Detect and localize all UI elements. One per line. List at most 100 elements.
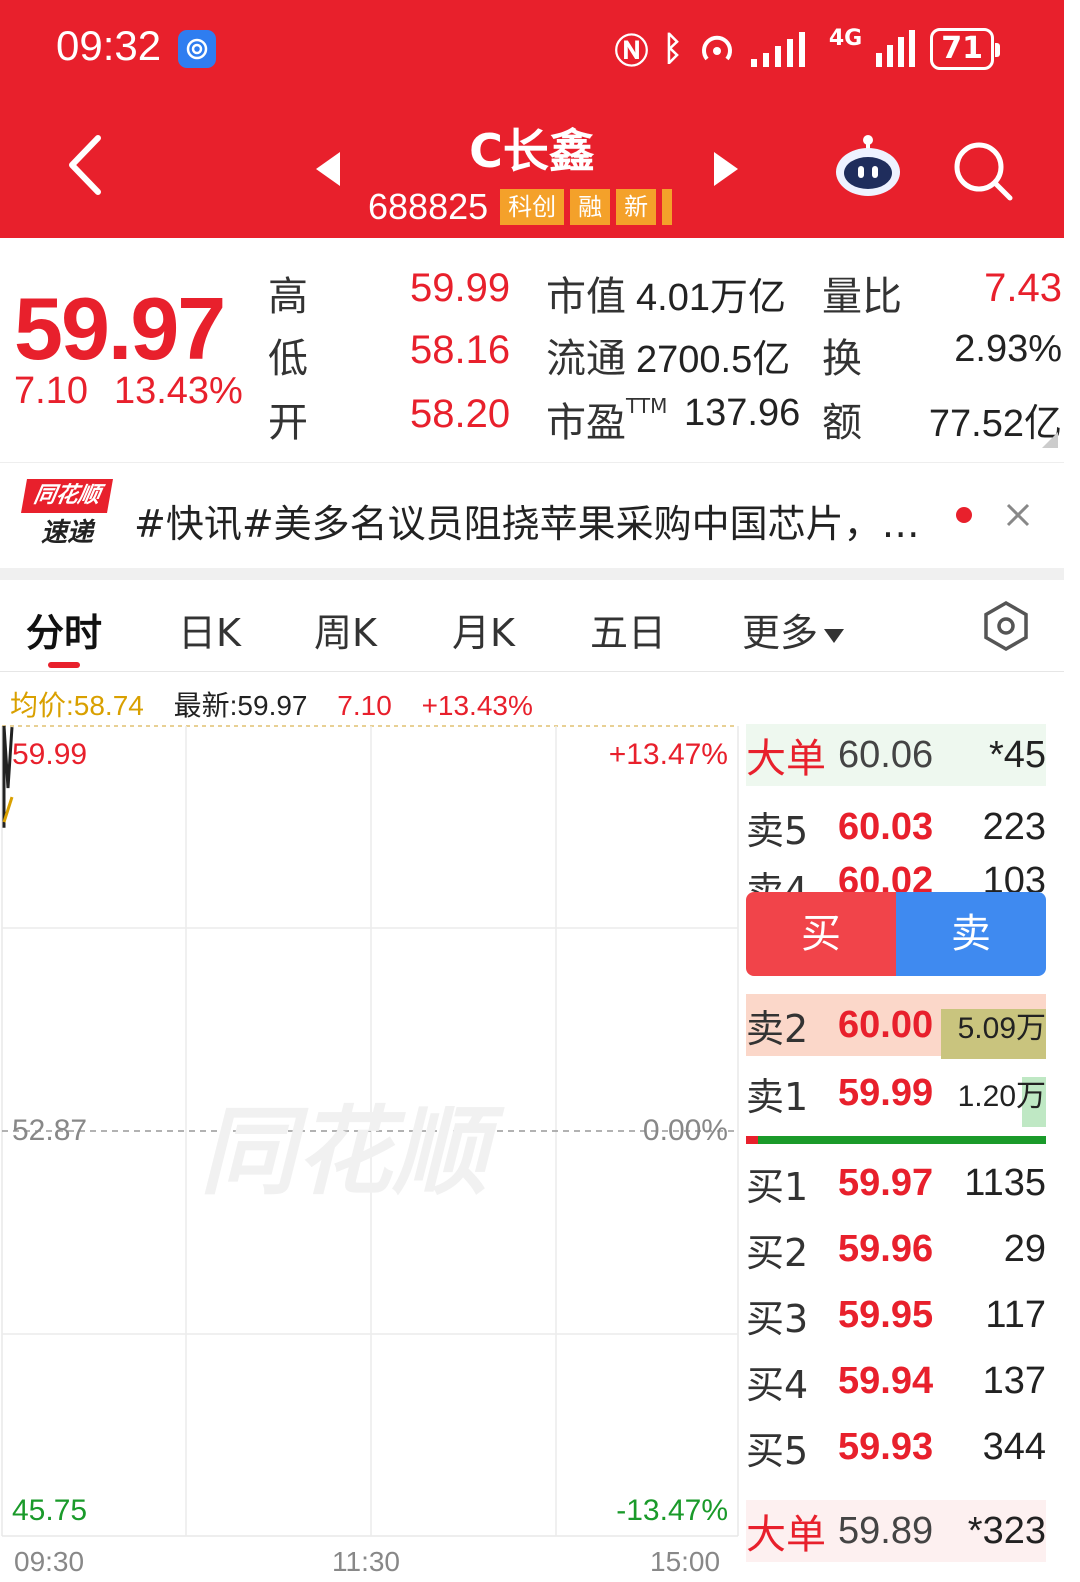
tab-intraday[interactable]: 分时	[26, 602, 102, 657]
pe-value: 137.96	[684, 392, 801, 434]
settings-hexagon-icon[interactable]	[980, 600, 1032, 652]
next-stock-arrow-icon[interactable]	[714, 152, 738, 186]
news-ticker[interactable]: 同花顺 速递 #快讯#美多名议员阻挠苹果采购中国芯片，…	[0, 462, 1064, 568]
buy1-label: 买1	[746, 1164, 809, 1209]
mktcap-label: 市值	[546, 274, 626, 320]
amount-label: 额	[822, 400, 862, 446]
sell1-vol: 1.20万	[956, 1071, 1046, 1127]
buy5-price: 59.93	[838, 1425, 934, 1468]
bid-ask-divider-red	[746, 1136, 758, 1144]
price-change-pct: 13.43%	[113, 370, 243, 412]
float-value: 2700.5亿	[636, 339, 791, 381]
unread-dot-icon	[956, 507, 972, 523]
tag-new: 新	[616, 189, 657, 225]
sell-button[interactable]: 卖	[896, 892, 1046, 976]
tag-overflow	[662, 189, 673, 225]
quote-panel: 59.97 7.10 13.43% 高 59.99 低 58.16 开 58.20…	[0, 238, 1064, 460]
sell4-row[interactable]: 卖4 60.02 103	[746, 860, 1046, 892]
chevron-down-icon	[824, 628, 845, 643]
network-type: 4G	[828, 26, 863, 51]
vol-ratio-value: 7.43	[984, 266, 1062, 310]
intraday-chart[interactable]: 59.99 52.87 45.75 +13.47% 0.00% -13.47% …	[0, 724, 740, 1582]
turnover-label: 换	[822, 336, 862, 382]
big-buy-order-row[interactable]: 大单 59.89 *323	[746, 1500, 1046, 1562]
notification-app-icon	[178, 30, 216, 68]
buy3-vol: 117	[985, 1293, 1046, 1336]
tab-daily-k[interactable]: 日K	[178, 602, 241, 657]
x-tick-open: 09:30	[14, 1546, 85, 1577]
news-headline[interactable]: #快讯#美多名议员阻挠苹果采购中国芯片，…	[134, 493, 920, 548]
latest-price: 最新:59.97	[173, 690, 308, 721]
tab-five-day[interactable]: 五日	[590, 602, 666, 657]
robot-assistant-icon[interactable]	[832, 130, 904, 202]
y-tick-right-mid: 0.00%	[642, 1114, 728, 1147]
buy2-row[interactable]: 买2 59.96 29	[746, 1218, 1046, 1280]
bluetooth-icon: ᛒ	[662, 28, 683, 69]
vol-ratio-label: 量比	[822, 274, 902, 320]
buy3-price: 59.95	[838, 1293, 934, 1336]
signal-icon	[750, 31, 805, 67]
stock-code: 688825	[368, 186, 489, 227]
sell5-price: 60.03	[838, 805, 934, 848]
buy5-vol: 344	[982, 1425, 1046, 1468]
low-value: 58.16	[410, 328, 511, 372]
app-header: 09:32 Ⓝ ᛒ 4G 71 C长鑫 688825 科创 融 新	[0, 0, 1064, 238]
buy1-row[interactable]: 买1 59.97 1135	[746, 1152, 1046, 1214]
info-change-pct: +13.43%	[421, 690, 533, 721]
open-value: 58.20	[410, 392, 511, 436]
y-tick-mid: 52.87	[12, 1114, 88, 1147]
order-book: 大单 60.06 *45 卖5 60.03 223 卖4 60.02 103 买…	[740, 724, 1064, 1582]
tab-monthly-k[interactable]: 月K	[452, 602, 515, 657]
buy2-label: 买2	[746, 1230, 809, 1275]
buy4-vol: 137	[982, 1359, 1046, 1402]
expand-corner-icon[interactable]	[1042, 432, 1058, 448]
search-icon[interactable]	[952, 140, 1014, 202]
big-sell-vol: *45	[988, 733, 1046, 776]
current-price: 59.97	[14, 279, 226, 378]
tab-more-label: 更多	[742, 611, 819, 655]
big-sell-order-row[interactable]: 大单 60.06 *45	[746, 724, 1046, 786]
chart-tabs: 分时 日K 周K 月K 五日 更多	[0, 580, 1064, 672]
tab-more[interactable]: 更多	[742, 602, 845, 657]
sell5-row[interactable]: 卖5 60.03 223	[746, 796, 1046, 858]
sell1-row[interactable]: 卖1 59.99 1.20万	[746, 1062, 1046, 1127]
y-tick-low: 45.75	[12, 1494, 88, 1527]
pe-ttm-label: TTM	[626, 394, 668, 418]
y-tick-right-high: +13.47%	[608, 738, 728, 771]
tag-margin: 融	[570, 189, 611, 225]
sell5-label: 卖5	[746, 808, 809, 853]
sell2-price: 60.00	[838, 1003, 934, 1046]
x-tick-midday: 11:30	[332, 1546, 400, 1577]
nfc-icon: Ⓝ	[614, 32, 649, 72]
buy3-row[interactable]: 买3 59.95 117	[746, 1284, 1046, 1346]
buy4-row[interactable]: 买4 59.94 137	[746, 1350, 1046, 1412]
news-logo: 同花顺 速递	[21, 479, 113, 551]
sell2-vol-text: 5.09万	[957, 1012, 1046, 1045]
trade-buttons: 买 卖	[746, 892, 1046, 976]
stock-name: C长鑫	[469, 124, 595, 178]
close-icon[interactable]	[1002, 499, 1034, 531]
tab-weekly-k[interactable]: 周K	[314, 602, 377, 657]
sell1-vol-text: 1.20万	[957, 1080, 1046, 1113]
buy-button[interactable]: 买	[746, 892, 896, 976]
battery-indicator: 71	[930, 27, 1000, 70]
sell4-price: 60.02	[838, 860, 934, 892]
signal-icon-2	[876, 29, 916, 67]
buy2-vol: 29	[1003, 1227, 1046, 1270]
sell4-label: 卖4	[746, 869, 809, 892]
big-buy-vol: *323	[967, 1509, 1046, 1552]
status-time: 09:32	[56, 22, 162, 69]
sell2-vol: 5.09万	[941, 1003, 1046, 1059]
intraday-info-line: 均价:58.74 最新:59.97 7.10 +13.43%	[10, 684, 533, 724]
active-tab-indicator	[48, 662, 80, 668]
price-change-row: 7.10 13.43%	[14, 370, 243, 413]
buy5-row[interactable]: 买5 59.93 344	[746, 1416, 1046, 1478]
sell2-row[interactable]: 卖2 60.00 5.09万	[746, 994, 1046, 1059]
sell1-label: 卖1	[746, 1074, 809, 1119]
mktcap-value: 4.01万亿	[636, 277, 786, 319]
high-value: 59.99	[410, 266, 511, 310]
big-sell-price: 60.06	[838, 733, 934, 776]
tag-kechuang: 科创	[500, 189, 565, 225]
buy4-price: 59.94	[838, 1359, 934, 1402]
sell5-vol: 223	[982, 805, 1046, 848]
